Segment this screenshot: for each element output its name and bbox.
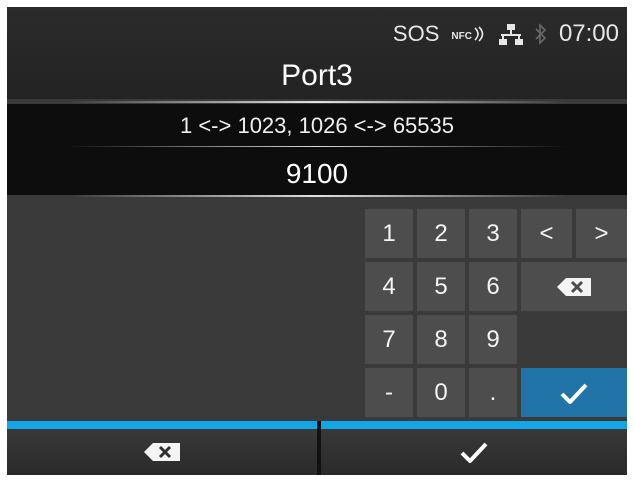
title-divider xyxy=(67,101,567,103)
backspace-icon xyxy=(144,443,180,461)
nfc-label: NFC xyxy=(451,30,472,42)
sos-indicator: SOS xyxy=(392,21,440,46)
dot-key[interactable]: . xyxy=(469,368,517,417)
checkmark-icon xyxy=(560,383,588,404)
key-2[interactable]: 2 xyxy=(417,209,465,258)
key-4[interactable]: 4 xyxy=(365,262,413,311)
key-3[interactable]: 3 xyxy=(469,209,517,258)
bottom-bar xyxy=(7,421,627,475)
cancel-button[interactable] xyxy=(7,421,317,475)
port-value-field[interactable]: 9100 xyxy=(7,158,627,190)
backspace-key[interactable] xyxy=(521,262,627,311)
key-9[interactable]: 9 xyxy=(469,315,517,364)
checkmark-icon xyxy=(460,442,488,463)
nfc-icon: NFC xyxy=(451,26,487,42)
minus-key[interactable]: - xyxy=(365,368,413,417)
page-title: Port3 xyxy=(281,59,353,92)
network-icon xyxy=(498,24,523,45)
key-7[interactable]: 7 xyxy=(365,315,413,364)
cursor-left-key[interactable]: < xyxy=(521,209,572,258)
keypad-confirm-key[interactable] xyxy=(521,368,627,417)
value-row[interactable]: 9100 xyxy=(7,147,627,195)
key-5[interactable]: 5 xyxy=(417,262,465,311)
range-row: 1 <-> 1023, 1026 <-> 65535 xyxy=(7,104,627,147)
key-8[interactable]: 8 xyxy=(417,315,465,364)
clock: 07:00 xyxy=(558,20,619,47)
printer-screen: SOS NFC 07:00 Port3 1 <-> 1023, 1026 <->… xyxy=(7,7,627,475)
value-divider xyxy=(67,195,567,197)
key-1[interactable]: 1 xyxy=(365,209,413,258)
confirm-button[interactable] xyxy=(321,421,627,475)
numeric-keypad: 1 2 3 < > 4 5 6 7 8 9 - 0 . xyxy=(365,209,627,421)
valid-range-text: 1 <-> 1023, 1026 <-> 65535 xyxy=(179,113,454,138)
cursor-right-key[interactable]: > xyxy=(576,209,627,258)
key-0[interactable]: 0 xyxy=(417,368,465,417)
bluetooth-icon xyxy=(535,23,547,45)
header: SOS NFC 07:00 Port3 xyxy=(7,7,627,99)
key-6[interactable]: 6 xyxy=(469,262,517,311)
status-bar: SOS NFC 07:00 xyxy=(393,19,619,49)
backspace-icon xyxy=(557,277,591,296)
